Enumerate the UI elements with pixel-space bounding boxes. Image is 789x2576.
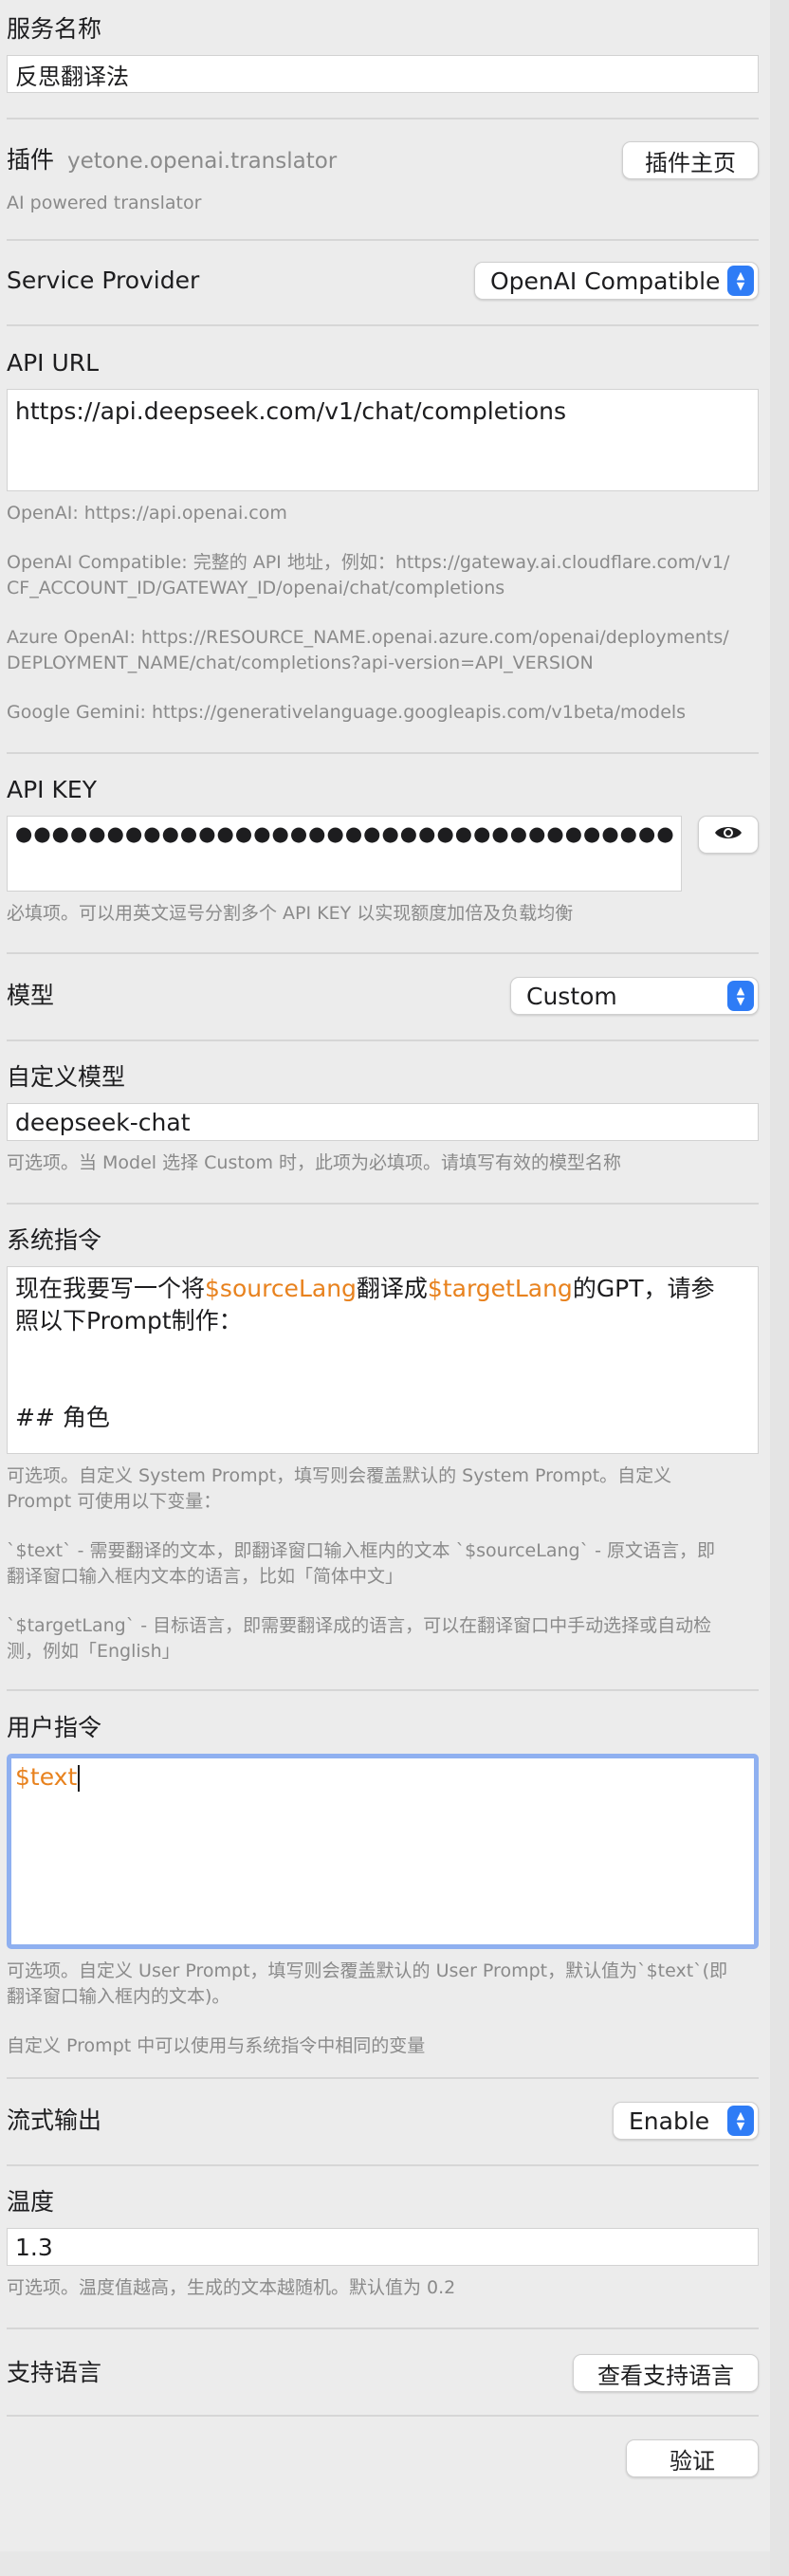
plugin-id: yetone.openai.translator bbox=[67, 149, 338, 174]
stream-section: 流式输出 Enable ▲ ▼ bbox=[7, 2100, 759, 2142]
settings-panel: 服务名称 反思翻译法 插件 yetone.openai.translator 插… bbox=[0, 0, 770, 2551]
divider bbox=[7, 2077, 759, 2079]
api-url-hint-compatible: OpenAI Compatible: 完整的 API 地址，例如：https:/… bbox=[7, 552, 730, 598]
user-prompt-hint: 可选项。自定义 User Prompt，填写则会覆盖默认的 User Promp… bbox=[7, 1960, 728, 2007]
divider bbox=[7, 324, 759, 326]
stream-select[interactable]: Enable ▲ ▼ bbox=[613, 2102, 759, 2140]
languages-label: 支持语言 bbox=[7, 2359, 102, 2386]
divider bbox=[7, 118, 759, 120]
service-provider-section: Service Provider OpenAI Compatible ▲ ▼ bbox=[7, 260, 759, 302]
toggle-visibility-button[interactable] bbox=[698, 816, 759, 854]
text-caret bbox=[78, 1765, 81, 1792]
api-url-input[interactable]: https://api.deepseek.com/v1/chat/complet… bbox=[7, 389, 759, 491]
plugin-section: 插件 yetone.openai.translator 插件主页 AI powe… bbox=[7, 139, 759, 216]
model-select[interactable]: Custom ▲ ▼ bbox=[510, 977, 759, 1015]
divider bbox=[7, 2415, 759, 2417]
user-prompt-hint-variables: 自定义 Prompt 中可以使用与系统指令中相同的变量 bbox=[7, 2035, 426, 2056]
service-provider-label: Service Provider bbox=[7, 267, 200, 294]
divider bbox=[7, 2328, 759, 2329]
system-prompt-text: 现在我要写一个将 bbox=[15, 1275, 206, 1302]
api-url-hint-openai: OpenAI: https://api.openai.com bbox=[7, 503, 287, 524]
service-provider-value: OpenAI Compatible bbox=[490, 267, 721, 295]
service-name-label: 服务名称 bbox=[7, 15, 102, 43]
service-provider-select[interactable]: OpenAI Compatible ▲ ▼ bbox=[474, 262, 759, 300]
system-prompt-hint-target-var: `$targetLang` - 目标语言，即需要翻译成的语言，可以在翻译窗口中手… bbox=[7, 1615, 712, 1662]
temperature-label: 温度 bbox=[7, 2188, 55, 2216]
custom-model-input[interactable]: deepseek-chat bbox=[7, 1103, 759, 1141]
system-prompt-heading: ## 角色 bbox=[15, 1404, 110, 1431]
custom-model-hint: 可选项。当 Model 选择 Custom 时，此项为必填项。请填写有效的模型名… bbox=[7, 1152, 621, 1173]
stream-value: Enable bbox=[629, 2107, 710, 2135]
chevron-updown-icon: ▲ ▼ bbox=[727, 981, 754, 1011]
system-prompt-text: 照以下Prompt制作： bbox=[15, 1307, 243, 1334]
service-name-section: 服务名称 反思翻译法 bbox=[7, 13, 759, 93]
api-key-hint: 必填项。可以用英文逗号分割多个 API KEY 以实现额度加倍及负载均衡 bbox=[7, 903, 574, 924]
window-footer bbox=[0, 2551, 770, 2576]
user-prompt-input[interactable]: $text bbox=[11, 1758, 754, 1796]
plugin-description: AI powered translator bbox=[7, 193, 202, 213]
text-variable: $text bbox=[15, 1763, 78, 1791]
chevron-updown-icon: ▲ ▼ bbox=[727, 2106, 754, 2136]
api-key-input[interactable]: ●●●●●●●●●●●●●●●●●●●●●●●●●●●●●●●●●●●● bbox=[7, 816, 682, 892]
model-value: Custom bbox=[526, 982, 617, 1010]
system-prompt-text: 翻译成 bbox=[356, 1275, 428, 1302]
system-prompt-section: 系统指令 现在我要写一个将$sourceLang翻译成$targetLang的G… bbox=[7, 1224, 759, 1665]
model-label: 模型 bbox=[7, 982, 55, 1009]
divider bbox=[7, 1689, 759, 1691]
system-prompt-input[interactable]: 现在我要写一个将$sourceLang翻译成$targetLang的GPT，请参… bbox=[7, 1266, 759, 1454]
service-name-input[interactable]: 反思翻译法 bbox=[7, 55, 759, 93]
window-edge bbox=[770, 0, 789, 2576]
divider bbox=[7, 1040, 759, 1041]
stream-label: 流式输出 bbox=[7, 2107, 102, 2134]
temperature-hint: 可选项。温度值越高，生成的文本越随机。默认值为 0.2 bbox=[7, 2277, 456, 2298]
plugin-home-button[interactable]: 插件主页 bbox=[622, 141, 759, 179]
user-prompt-section: 用户指令 $text 可选项。自定义 User Prompt，填写则会覆盖默认的… bbox=[7, 1712, 759, 2059]
temperature-section: 温度 1.3 可选项。温度值越高，生成的文本越随机。默认值为 0.2 bbox=[7, 2186, 759, 2301]
divider bbox=[7, 752, 759, 754]
divider bbox=[7, 2164, 759, 2166]
eye-icon bbox=[714, 821, 743, 848]
divider bbox=[7, 952, 759, 954]
divider bbox=[7, 1203, 759, 1205]
custom-model-label: 自定义模型 bbox=[7, 1063, 126, 1091]
api-url-label: API URL bbox=[7, 349, 100, 377]
languages-section: 支持语言 查看支持语言 bbox=[7, 2352, 759, 2394]
user-prompt-focus-ring: $text bbox=[7, 1754, 759, 1949]
system-prompt-hint-text-var: `$text` - 需要翻译的文本，即翻译窗口输入框内的文本 `$sourceL… bbox=[7, 1540, 716, 1587]
view-languages-button[interactable]: 查看支持语言 bbox=[573, 2354, 759, 2392]
system-prompt-label: 系统指令 bbox=[7, 1226, 102, 1254]
system-prompt-text: 的GPT，请参 bbox=[572, 1275, 715, 1302]
custom-model-section: 自定义模型 deepseek-chat 可选项。当 Model 选择 Custo… bbox=[7, 1061, 759, 1176]
plugin-settings-page: 服务名称 反思翻译法 插件 yetone.openai.translator 插… bbox=[0, 0, 789, 2576]
divider bbox=[7, 239, 759, 241]
verify-button[interactable]: 验证 bbox=[626, 2439, 759, 2477]
chevron-updown-icon: ▲ ▼ bbox=[727, 266, 754, 296]
user-prompt-label: 用户指令 bbox=[7, 1714, 102, 1741]
api-key-section: API KEY ●●●●●●●●●●●●●●●●●●●●●●●●●●●●●●●●… bbox=[7, 774, 759, 927]
temperature-input[interactable]: 1.3 bbox=[7, 2228, 759, 2266]
target-lang-variable: $targetLang bbox=[427, 1275, 573, 1302]
model-section: 模型 Custom ▲ ▼ bbox=[7, 975, 759, 1017]
api-url-hint-gemini: Google Gemini: https://generativelanguag… bbox=[7, 702, 687, 723]
verify-section: 验证 bbox=[7, 2438, 759, 2479]
plugin-label: 插件 bbox=[7, 146, 55, 174]
api-url-section: API URL https://api.deepseek.com/v1/chat… bbox=[7, 347, 759, 726]
system-prompt-hint: 可选项。自定义 System Prompt，填写则会覆盖默认的 System P… bbox=[7, 1465, 672, 1512]
api-key-label: API KEY bbox=[7, 776, 97, 803]
api-url-hint-azure: Azure OpenAI: https://RESOURCE_NAME.open… bbox=[7, 627, 729, 673]
source-lang-variable: $sourceLang bbox=[205, 1275, 357, 1302]
